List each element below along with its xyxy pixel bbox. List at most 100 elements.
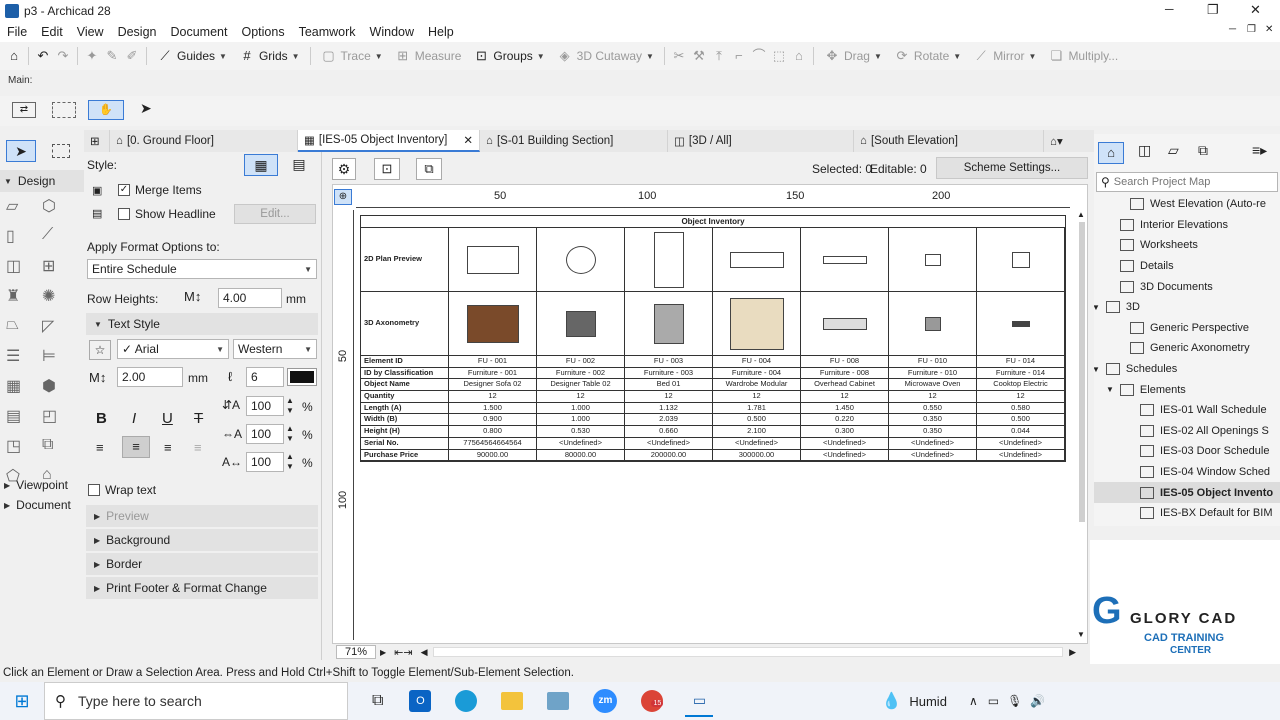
navigator-item[interactable]: IES-03 Door Schedule [1094,441,1280,462]
table-cell[interactable]: 1.500 [449,402,537,415]
offset-icon[interactable]: ⬚ [771,48,787,64]
redo-icon[interactable]: ↷ [55,48,71,64]
table-cell[interactable]: FU - 004 [713,356,801,368]
horizontal-scrollbar[interactable] [433,647,1064,657]
tree-expand-icon[interactable]: ▼ [1094,365,1100,374]
axonometry-thumbnail[interactable] [537,292,625,356]
menu-close-button[interactable]: ✕ [1258,24,1280,35]
table-cell[interactable]: Furniture - 004 [713,367,801,380]
stair-tool-icon[interactable]: ☰ [6,346,42,366]
beam-tool-icon[interactable]: ⟋ [42,226,78,246]
search-project-map[interactable]: ⚲ [1096,172,1278,192]
home-icon[interactable]: ⌂ [6,48,22,64]
table-cell[interactable]: 12 [449,391,537,403]
close-button[interactable]: ✕ [1250,2,1261,18]
edit-button[interactable]: Edit... [234,204,316,224]
align-left-icon[interactable]: ≡ [96,440,104,455]
table-cell[interactable]: 0.350 [889,426,977,438]
align-center-icon[interactable]: ≡ [122,436,150,458]
table-cell[interactable]: 1.450 [801,402,889,415]
border-header[interactable]: ▶ Border [86,553,318,575]
plan-preview-thumbnail[interactable] [625,228,713,292]
zone-tool-icon[interactable]: ▤ [6,406,42,426]
eyedropper-icon[interactable]: ✎ [104,48,120,64]
table-cell[interactable]: 0.500 [713,414,801,427]
navigator-item[interactable]: ▼ Elements [1094,379,1280,400]
plan-preview-thumbnail[interactable] [449,228,537,292]
search-input[interactable] [1113,176,1264,188]
table-cell[interactable]: 300000.00 [713,449,801,462]
table-cell[interactable]: 0.044 [977,426,1065,438]
style-grid-icon[interactable]: ▦ [244,154,278,176]
axonometry-thumbnail[interactable] [449,292,537,356]
navigator-item[interactable]: IES-02 All Openings S [1094,421,1280,442]
table-cell[interactable]: <Undefined> [889,449,977,462]
spin-arrows-icon[interactable]: ▲ ▼ [286,396,294,416]
text-style-header[interactable]: ▼ Text Style [86,313,318,335]
layout-book-icon[interactable]: ▱ [1168,142,1179,159]
navigator-item[interactable]: West Elevation (Auto-re [1094,194,1280,215]
italic-button[interactable]: I [132,410,136,427]
ruler-origin-icon[interactable]: ⊕ [334,189,352,205]
table-cell[interactable]: <Undefined> [625,437,713,450]
tray-chevron-icon[interactable]: ∧ [969,694,978,708]
archicad-icon[interactable] [547,692,570,710]
table-cell[interactable]: Cooktop Electric [977,379,1065,392]
table-cell[interactable]: FU - 002 [537,356,625,368]
table-cell[interactable]: 0.580 [977,402,1065,415]
table-cell[interactable]: 12 [537,391,625,403]
axonometry-thumbnail[interactable] [713,292,801,356]
navigator-item[interactable]: IES-05 Object Invento [1094,482,1280,503]
apply-format-select[interactable]: Entire Schedule ▼ [87,259,317,279]
morph-tool-icon[interactable]: ⬢ [42,376,78,396]
table-cell[interactable]: 2.100 [713,426,801,438]
table-cell[interactable]: Furniture - 010 [889,367,977,380]
roof-icon[interactable]: ⌂ [791,48,807,64]
window-tool-icon[interactable]: ⊞ [42,256,78,276]
zoom-level[interactable]: 71% [336,645,376,659]
table-cell[interactable]: 12 [977,391,1065,403]
elevate-icon[interactable]: ⤒ [711,48,727,64]
table-cell[interactable]: 12 [713,391,801,403]
taskbar-search[interactable]: ⚲ Type here to search [44,682,348,720]
navigator-item[interactable]: ▼ 3D [1094,297,1280,318]
navigator-menu-icon[interactable]: ≡▸ [1252,142,1267,159]
zoom-in-icon[interactable]: ▶ [380,648,386,657]
magic-wand-icon[interactable]: ✦ [84,48,100,64]
mic-icon[interactable]: 🎙 [1007,694,1022,708]
view-map-icon[interactable]: ◫ [1138,142,1151,159]
table-cell[interactable]: FU - 010 [889,356,977,368]
table-cell[interactable]: 200000.00 [625,449,713,462]
navigator-item[interactable]: Worksheets [1094,235,1280,256]
fit-window-icon[interactable]: ⇤⇥ [394,646,412,659]
table-cell[interactable]: Microwave Oven [889,379,977,392]
table-cell[interactable]: <Undefined> [801,437,889,450]
align-justify-icon[interactable]: ≡ [194,440,202,455]
table-cell[interactable]: <Undefined> [713,437,801,450]
project-map-icon[interactable]: ⌂ [1098,142,1124,164]
align-right-icon[interactable]: ≡ [164,440,172,455]
restore-button[interactable]: ❐ [1207,2,1219,18]
undo-icon[interactable]: ↶ [35,48,51,64]
bold-button[interactable]: B [96,410,107,427]
axonometry-thumbnail[interactable] [801,292,889,356]
table-cell[interactable]: FU - 014 [977,356,1065,368]
scroll-right-icon[interactable]: ▶ [1069,647,1076,658]
selection-method-icon[interactable]: ⇄ [12,102,36,118]
style-list-icon[interactable]: ▤ [286,154,312,176]
arrow-tool-icon[interactable]: ➤ [6,140,36,162]
table-cell[interactable]: FU - 008 [801,356,889,368]
navigator-item[interactable]: Generic Perspective [1094,318,1280,339]
wall-tool-icon[interactable]: ▱ [6,196,42,216]
scheme-settings-button[interactable]: Scheme Settings... [936,157,1088,179]
tab-3d-all[interactable]: ◫ [3D / All] [668,130,854,152]
table-cell[interactable]: 0.220 [801,414,889,427]
table-cell[interactable]: Furniture - 002 [537,367,625,380]
archicad-active-icon[interactable]: ▭ [685,685,714,717]
plan-preview-thumbnail[interactable] [889,228,977,292]
table-cell[interactable]: Overhead Cabinet [801,379,889,392]
table-cell[interactable]: 1.132 [625,402,713,415]
slab-tool-icon[interactable]: ⬡ [42,196,78,216]
underline-button[interactable]: U [162,410,173,427]
table-cell[interactable]: 90000.00 [449,449,537,462]
